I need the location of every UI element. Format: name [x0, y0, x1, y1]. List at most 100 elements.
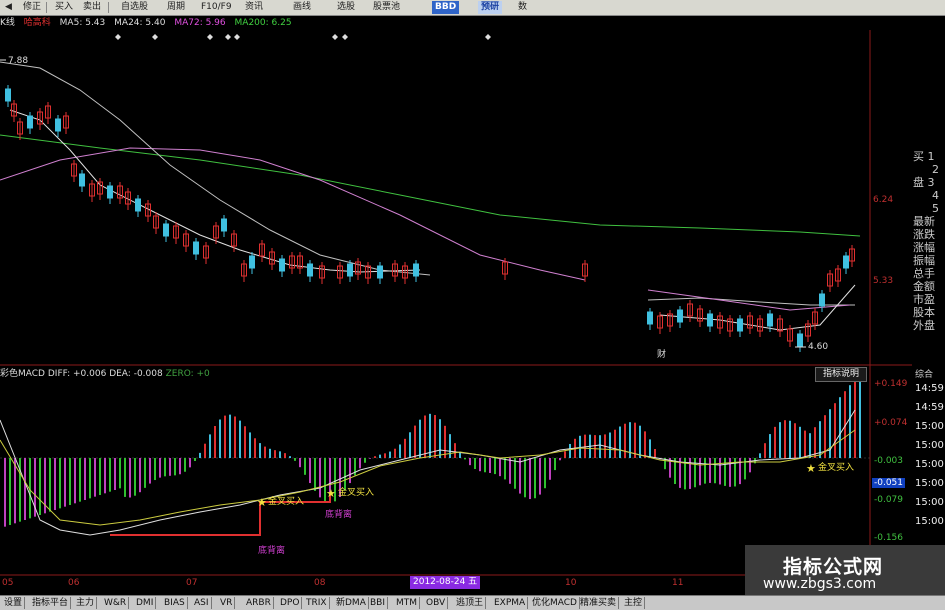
- macd-bar: [579, 435, 581, 458]
- macd-dea: DEA: -0.008: [109, 369, 163, 379]
- side-buy-5: 5: [932, 202, 939, 215]
- watermark-url: www.zbgs3.com: [763, 576, 877, 592]
- macd-bar: [109, 458, 111, 492]
- macd-bar: [49, 458, 51, 512]
- macd-bar: [349, 458, 351, 484]
- macd-axis-label: +0.149: [874, 379, 908, 389]
- tab-16[interactable]: EXPMA: [492, 597, 529, 609]
- macd-bar: [719, 458, 721, 485]
- macd-bar: [279, 451, 281, 458]
- side-buy-3: 盘 3: [913, 176, 935, 189]
- tab-6[interactable]: ASI: [192, 597, 212, 609]
- kline-chart[interactable]: ★ ★ ★: [0, 0, 945, 609]
- macd-bar: [269, 448, 271, 458]
- macd-bar: [649, 439, 651, 458]
- tab-11[interactable]: 新DMA: [334, 597, 369, 609]
- macd-bar: [84, 458, 86, 500]
- candle-body: [413, 263, 419, 277]
- macd-bar: [164, 458, 166, 477]
- macd-bar: [849, 385, 851, 458]
- time-axis-label: 11: [672, 578, 684, 588]
- macd-bar: [79, 458, 81, 502]
- date-badge: 2012-08-24 五: [410, 576, 481, 589]
- macd-bar: [644, 431, 646, 458]
- macd-bar: [299, 458, 301, 468]
- macd-bar: [834, 403, 836, 458]
- macd-bar: [274, 450, 276, 458]
- time-axis-label: 06: [68, 578, 80, 588]
- candle-body: [107, 185, 113, 199]
- candle-body: [5, 88, 11, 102]
- star-icon: ★: [257, 496, 267, 509]
- star-icon: ★: [806, 462, 816, 475]
- macd-bar: [234, 416, 236, 458]
- macd-bar: [359, 458, 361, 469]
- composite-tab[interactable]: 综合: [915, 367, 933, 380]
- side-change: 涨跌: [913, 228, 935, 241]
- tab-1[interactable]: 指标平台: [30, 597, 72, 609]
- tab-15[interactable]: 逃顶王: [454, 597, 487, 609]
- macd-bar: [704, 458, 706, 484]
- candlesticks: [5, 85, 855, 352]
- tab-8[interactable]: ARBR: [244, 597, 274, 609]
- candle-body: [819, 293, 825, 307]
- macd-bar: [504, 458, 506, 480]
- macd-bar: [624, 423, 626, 458]
- macd-bar: [559, 458, 561, 461]
- macd-axis-label: -0.079: [874, 495, 904, 505]
- macd-bar: [114, 458, 116, 490]
- macd-bar: [169, 458, 171, 476]
- macd-bar: [439, 419, 441, 458]
- macd-bar: [379, 454, 381, 458]
- macd-diff: DIFF: +0.006: [47, 369, 107, 379]
- macd-bar: [59, 458, 61, 509]
- tab-12[interactable]: BBI: [368, 597, 389, 609]
- tab-19[interactable]: 主控: [622, 597, 646, 609]
- macd-title: 彩色MACD: [0, 369, 45, 379]
- macd-bar: [74, 458, 76, 504]
- macd-bar: [759, 453, 761, 458]
- tab-4[interactable]: DMI: [134, 597, 157, 609]
- macd-bar: [839, 397, 841, 458]
- macd-bar: [454, 443, 456, 458]
- macd-bar: [314, 458, 316, 491]
- tab-10[interactable]: TRIX: [304, 597, 330, 609]
- tab-9[interactable]: DPO: [278, 597, 303, 609]
- indicator-help-button[interactable]: 指标说明: [815, 367, 867, 382]
- side-amount: 金额: [913, 280, 935, 293]
- tab-5[interactable]: BIAS: [162, 597, 188, 609]
- macd-bar: [544, 458, 546, 489]
- macd-bar: [639, 425, 641, 458]
- tick-time: 15:00: [915, 421, 944, 432]
- high-price-label: 7.88: [8, 56, 29, 66]
- tab-17[interactable]: 优化MACD: [530, 597, 580, 609]
- tick-time: 15:00: [915, 440, 944, 451]
- tab-3[interactable]: W&R: [102, 597, 130, 609]
- tab-2[interactable]: 主力: [74, 597, 98, 609]
- macd-bar: [179, 458, 181, 475]
- side-buy-1: 买 1: [913, 150, 935, 163]
- tab-14[interactable]: OBV: [424, 597, 449, 609]
- golden-cross-label: 金叉买入: [818, 463, 855, 473]
- macd-bar: [289, 456, 291, 458]
- tab-13[interactable]: MTM: [394, 597, 421, 609]
- macd-bar: [519, 458, 521, 494]
- tick-time: 15:00: [915, 497, 944, 508]
- candle-body: [249, 255, 255, 269]
- tab-18[interactable]: 精准买卖: [578, 597, 620, 609]
- macd-bar: [89, 458, 91, 499]
- macd-bar: [464, 458, 466, 460]
- macd-bar: [229, 414, 231, 458]
- tab-0[interactable]: 设置: [2, 597, 26, 609]
- candle-body: [55, 118, 61, 132]
- macd-bar: [204, 443, 206, 458]
- golden-cross-label: 金叉买入: [268, 497, 305, 507]
- macd-bar: [369, 458, 371, 459]
- tab-7[interactable]: VR: [218, 597, 236, 609]
- macd-bar: [594, 435, 596, 458]
- macd-bar: [304, 458, 306, 475]
- macd-bar: [119, 458, 121, 489]
- finance-marker: 财: [657, 350, 667, 360]
- macd-bar: [14, 458, 16, 524]
- candle-body: [163, 223, 169, 237]
